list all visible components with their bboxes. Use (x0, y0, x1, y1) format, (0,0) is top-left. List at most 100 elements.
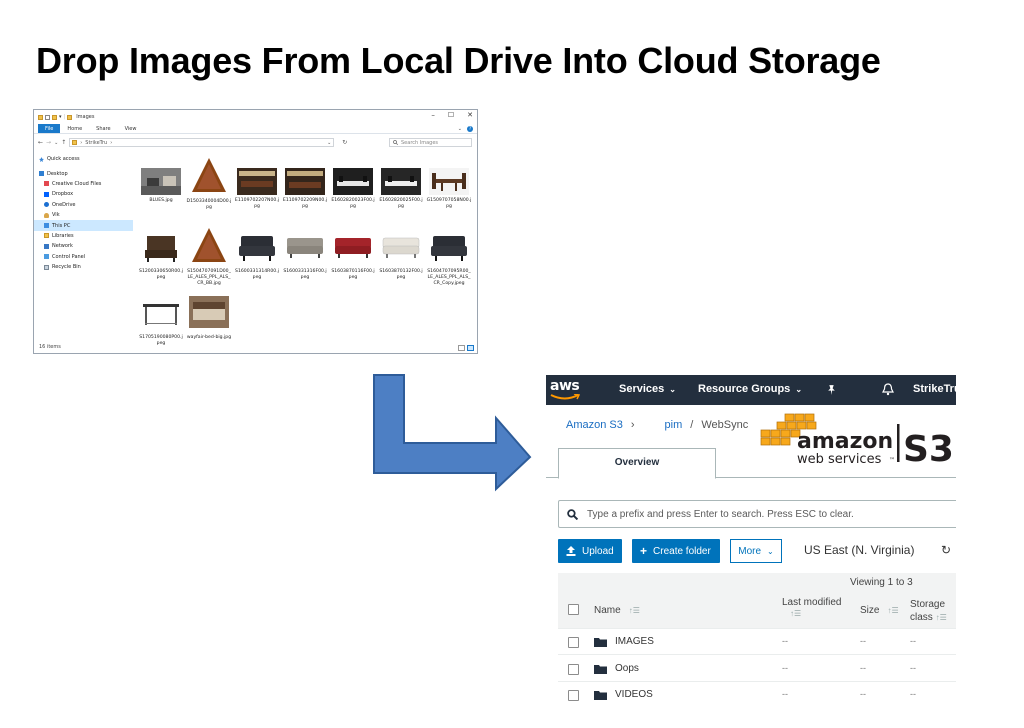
nav-onedrive[interactable]: OneDrive (34, 200, 133, 210)
image-thumbnail (143, 304, 179, 325)
file-item[interactable]: S1603870132F00.jpeg (378, 226, 424, 281)
expand-ribbon-icon[interactable]: ⌄ (458, 126, 462, 132)
address-field[interactable]: › StrikeTru › ⌄ ↻ (69, 138, 347, 147)
file-item[interactable]: G1509707058N00.jpg (426, 168, 472, 210)
object-name[interactable]: VIDEOS (615, 689, 653, 700)
column-storage-class[interactable]: Storage class ↑☰ (910, 598, 956, 624)
path-segment[interactable]: StrikeTru (85, 140, 107, 146)
maximize-button[interactable]: ☐ (448, 111, 454, 119)
tab-share[interactable]: Share (89, 124, 117, 133)
search-input[interactable]: Search Images (389, 138, 472, 147)
object-name[interactable]: IMAGES (615, 636, 654, 647)
nav-libraries[interactable]: Libraries (34, 231, 133, 241)
more-button[interactable]: More ⌄ (730, 539, 782, 563)
tab-home[interactable]: Home (60, 124, 89, 133)
trademark-symbol: ™ (889, 457, 895, 464)
address-dropdown-icon[interactable]: ⌄ (327, 140, 333, 146)
nav-this-pc[interactable]: This PC (34, 220, 133, 231)
breadcrumb-amazon-s3[interactable]: Amazon S3 (566, 419, 623, 431)
services-menu[interactable]: Services ⌄ (619, 383, 676, 395)
help-icon[interactable]: ? (467, 125, 473, 132)
new-folder-icon[interactable] (52, 114, 57, 120)
refresh-icon[interactable]: ↻ (941, 543, 951, 557)
minimize-button[interactable]: – (431, 111, 435, 119)
nav-desktop[interactable]: Desktop (34, 168, 133, 178)
table-row[interactable]: VIDEOS -- -- -- (558, 682, 956, 708)
row-checkbox[interactable] (568, 664, 579, 675)
image-thumbnail (192, 158, 226, 192)
file-name: S1603870116F00.jpeg (331, 269, 375, 280)
tab-view[interactable]: View (118, 124, 144, 133)
upload-button[interactable]: Upload (558, 539, 622, 563)
large-icons-view-icon[interactable] (467, 345, 474, 351)
back-icon[interactable]: ← (38, 139, 43, 146)
file-explorer-window: ▾ | Images – ☐ ✕ File Home Share View ⌄ … (33, 109, 478, 354)
create-folder-button[interactable]: + Create folder (632, 539, 720, 563)
aws-logo[interactable]: aws (550, 378, 580, 394)
nav-network[interactable]: Network (34, 241, 133, 251)
file-name: E1109702209N00.jpg (282, 198, 328, 209)
up-icon[interactable]: ↑ (61, 139, 66, 146)
navigation-pane: Quick access Desktop Creative Cloud File… (34, 154, 133, 344)
nav-dropbox[interactable]: Dropbox (34, 189, 133, 199)
file-item[interactable]: S1603870116F00.jpeg (330, 226, 376, 281)
nav-creative-cloud-files[interactable]: Creative Cloud Files (34, 179, 133, 189)
pin-icon[interactable] (826, 384, 837, 395)
file-item[interactable]: S1705190080P00.jpeg (138, 292, 184, 347)
tab-overview[interactable]: Overview (558, 448, 716, 479)
file-item[interactable]: BLUES.jpg (138, 168, 184, 204)
column-size[interactable]: Size ↑☰ (860, 605, 899, 616)
row-checkbox[interactable] (568, 637, 579, 648)
nav-recycle-bin[interactable]: Recycle Bin (34, 262, 133, 272)
last-modified-value: -- (782, 636, 788, 646)
breadcrumb-separator: › (630, 419, 635, 431)
column-name[interactable]: Name ↑☰ (594, 605, 640, 616)
details-view-icon[interactable] (458, 345, 465, 351)
file-name: S1600331316F00.jpeg (283, 269, 327, 280)
aws-smile-icon (550, 394, 580, 400)
desktop-icon (39, 171, 44, 177)
file-name: E1602820023F00.jpg (331, 198, 375, 209)
pc-icon (44, 223, 49, 229)
file-item[interactable]: S1604707095R00_LE_ALES_PPL_ALS_CR_Copy.j… (426, 226, 472, 287)
file-item[interactable]: S1600331316F00.jpeg (282, 226, 328, 281)
close-button[interactable]: ✕ (467, 111, 473, 119)
file-item[interactable]: wayfair-bed-big.jpg (186, 292, 232, 341)
network-icon (44, 243, 49, 249)
select-all-checkbox[interactable] (568, 604, 579, 615)
file-item[interactable]: E1109702207N00.jpg (234, 168, 280, 210)
refresh-icon[interactable]: ↻ (342, 139, 347, 146)
file-grid: BLUES.jpg D1503340004D00.jpg E1109702207… (138, 156, 477, 347)
quick-access-toolbar[interactable]: ▾ | (38, 114, 73, 120)
row-checkbox[interactable] (568, 690, 579, 701)
file-item[interactable]: E1602820023F00.jpg (330, 168, 376, 210)
nav-vik[interactable]: Vik (34, 210, 133, 220)
breadcrumb-bucket[interactable]: pim (665, 419, 683, 431)
resource-groups-menu[interactable]: Resource Groups ⌄ (698, 383, 802, 395)
customize-dropdown-icon[interactable]: ▾ (59, 114, 62, 120)
search-input[interactable]: Type a prefix and press Enter to search.… (558, 500, 956, 528)
nav-label: Network (52, 243, 73, 250)
column-last-modified[interactable]: Last modified ↑☰ (782, 597, 846, 618)
table-row[interactable]: IMAGES -- -- -- (558, 629, 956, 655)
forward-icon[interactable]: → (46, 139, 51, 146)
file-item[interactable]: E1602820025F00.jpg (378, 168, 424, 210)
tab-file[interactable]: File (38, 124, 61, 133)
account-menu[interactable]: StrikeTru (913, 383, 956, 395)
storage-class-value: -- (910, 636, 916, 646)
nav-quick-access[interactable]: Quick access (34, 154, 133, 164)
file-item[interactable]: E1109702209N00.jpg (282, 168, 328, 210)
nav-label: Quick access (47, 156, 80, 163)
bell-icon[interactable] (882, 383, 894, 396)
properties-icon[interactable] (45, 114, 50, 120)
object-name[interactable]: Oops (615, 663, 639, 674)
file-item[interactable]: D1503340004D00.jpg (186, 156, 232, 211)
nav-control-panel[interactable]: Control Panel (34, 252, 133, 262)
file-item[interactable]: S1600331314R00.jpeg (234, 226, 280, 281)
recent-locations-icon[interactable]: ⌄ (54, 140, 58, 146)
file-item[interactable]: S1504707091D00_LE_ALES_PPL_ALS_CR_BB.jpg (186, 226, 232, 287)
table-row[interactable]: Oops -- -- -- (558, 656, 956, 682)
file-name: S1604707095R00_LE_ALES_PPL_ALS_CR_Copy.j… (427, 269, 471, 286)
search-icon (393, 140, 398, 145)
file-item[interactable]: S1200330650R00.jpeg (138, 226, 184, 281)
